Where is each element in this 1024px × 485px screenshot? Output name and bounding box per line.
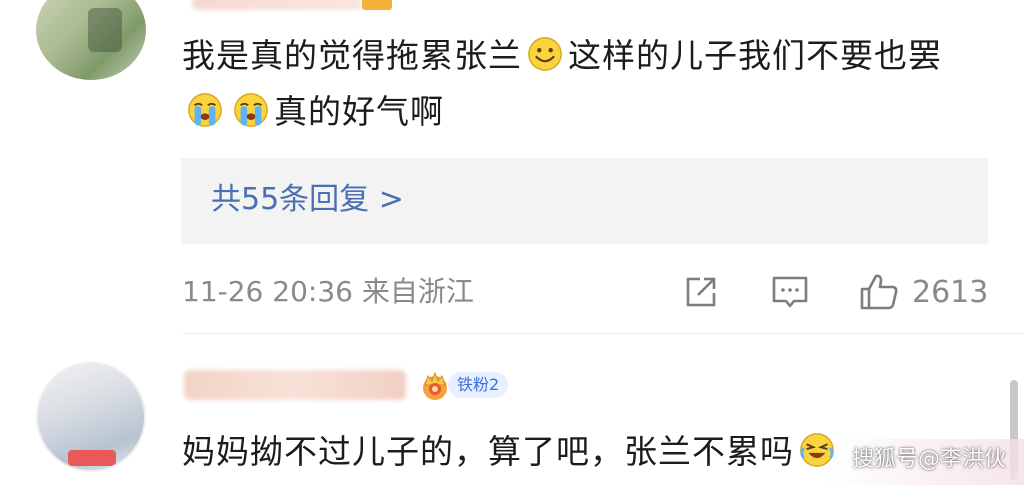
crying-emoji-icon [186, 91, 224, 129]
share-icon [686, 277, 716, 307]
view-replies-link[interactable]: 共55条回复 > [211, 178, 404, 222]
thumbs-up-icon [860, 274, 898, 310]
fan-badge[interactable]: 铁粉2 [418, 367, 509, 403]
username-blurred[interactable] [192, 0, 362, 10]
avatar[interactable] [36, 362, 146, 472]
comment-text: 我是真的觉得拖累张兰 这样的儿子我们不要也罢 真的好气啊 [182, 35, 942, 131]
watermark: 搜狐号@李洪伙 [851, 447, 1006, 472]
crown-icon [423, 371, 447, 400]
comment-item: 我是真的觉得拖累张兰 这样的儿子我们不要也罢 真的好气啊 共55条回复 > 11-2… [0, 0, 1024, 330]
location: 来自浙江 [361, 275, 474, 308]
like-button[interactable]: 2613 [858, 270, 988, 314]
smile-emoji-icon [526, 35, 564, 73]
divider [182, 333, 1024, 334]
timestamp: 11-26 20:36 [182, 275, 353, 308]
like-count: 2613 [912, 274, 989, 310]
comment-meta: 11-26 20:36 来自浙江 [182, 272, 474, 312]
crown-icon [362, 0, 392, 10]
crying-emoji-icon [232, 91, 270, 129]
reply-button[interactable] [770, 270, 810, 314]
avatar[interactable] [36, 0, 146, 80]
comment-icon [772, 276, 808, 308]
fan-level-label: 铁粉2 [448, 372, 509, 398]
share-button[interactable] [682, 270, 720, 314]
replies-box[interactable]: 共55条回复 > [181, 158, 988, 244]
username-blurred[interactable] [184, 370, 406, 400]
